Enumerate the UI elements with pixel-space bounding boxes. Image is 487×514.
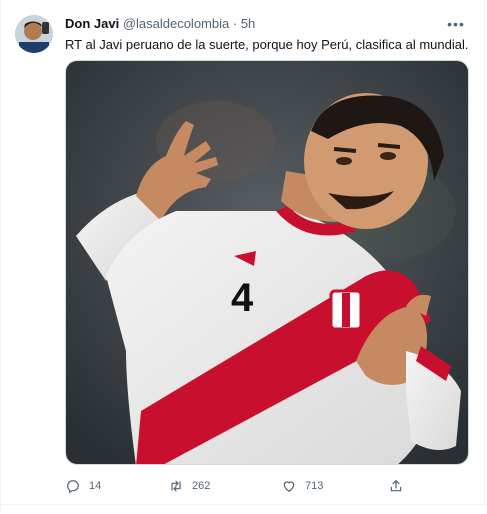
tweet-card[interactable]: Don Javi @lasaldecolombia · 5h ••• RT al… xyxy=(0,0,487,514)
tweet-actions: 14 262 713 xyxy=(65,476,469,496)
display-name[interactable]: Don Javi xyxy=(65,16,119,31)
retweet-button[interactable]: 262 xyxy=(168,476,210,496)
jersey-number: 4 xyxy=(231,276,254,320)
retweet-icon xyxy=(171,480,181,492)
tweet-text: RT al Javi peruano de la suerte, porque … xyxy=(65,37,469,52)
like-icon xyxy=(283,481,295,492)
avatar[interactable] xyxy=(15,15,53,53)
tweet-image[interactable]: 4 xyxy=(65,60,469,465)
like-count: 713 xyxy=(305,480,324,492)
player-photo: 4 xyxy=(66,61,468,464)
reply-icon xyxy=(67,480,79,494)
reply-button[interactable]: 14 xyxy=(65,476,101,496)
more-icon: ••• xyxy=(447,16,465,32)
tweet-header: Don Javi @lasaldecolombia · 5h xyxy=(65,16,255,32)
like-button[interactable]: 713 xyxy=(281,476,323,496)
retweet-count: 262 xyxy=(192,480,211,492)
handle[interactable]: @lasaldecolombia xyxy=(123,16,229,31)
share-icon xyxy=(390,480,402,492)
dot-separator: · xyxy=(232,16,238,31)
share-button[interactable] xyxy=(388,476,412,496)
reply-count: 14 xyxy=(89,480,102,492)
more-options-button[interactable]: ••• xyxy=(446,14,466,34)
timestamp[interactable]: 5h xyxy=(241,16,255,31)
